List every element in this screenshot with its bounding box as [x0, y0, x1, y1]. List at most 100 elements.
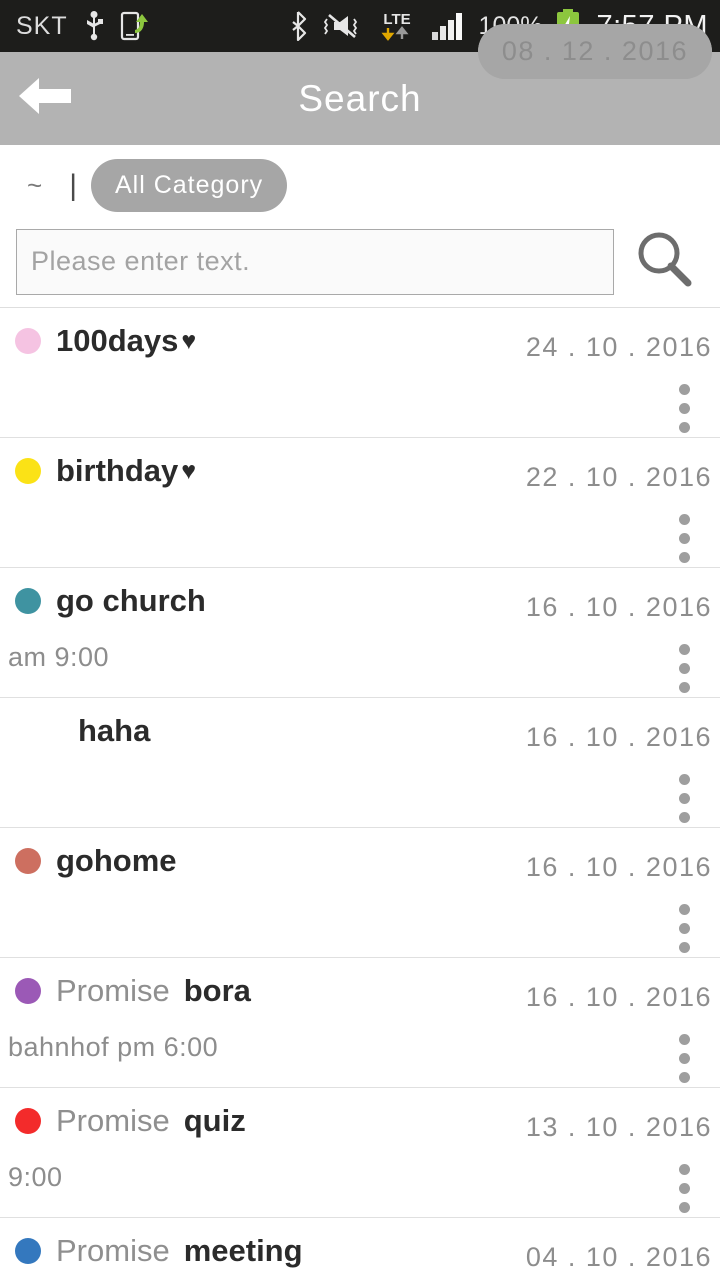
row-overflow-menu-button[interactable] [679, 644, 690, 693]
date-range-separator: ~ [27, 170, 43, 200]
row-title: Promise quiz [56, 1103, 246, 1139]
category-color-dot-wrap [0, 1108, 56, 1134]
category-color-dot-wrap [0, 978, 56, 1004]
dot-glyph [679, 1202, 690, 1213]
category-color-dot-icon [15, 718, 41, 744]
search-screen: SKT LTE Search ~ 08 . 12 . 2016 | All Ca… [0, 0, 720, 1280]
row-overflow-menu-button[interactable] [679, 384, 690, 433]
row-title: 100days ♥ [56, 323, 196, 359]
row-title: birthday ♥ [56, 453, 196, 489]
dot-glyph [679, 793, 690, 804]
table-row[interactable]: 100days ♥ 24 . 10 . 2016 [0, 308, 720, 438]
search-input[interactable] [16, 228, 614, 295]
row-title-text: meeting [183, 1233, 303, 1268]
row-date: 22 . 10 . 2016 [525, 462, 712, 492]
row-subtitle: bahnhof pm 6:00 [8, 1032, 219, 1062]
row-title: Promise bora [56, 973, 251, 1009]
dot-glyph [679, 403, 690, 414]
back-button[interactable] [14, 68, 76, 130]
table-row[interactable]: Promise quiz 13 . 10 . 2016 9:00 [0, 1088, 720, 1218]
category-color-dot-icon [15, 588, 41, 614]
table-row[interactable]: go church 16 . 10 . 2016 am 9:00 [0, 568, 720, 698]
row-title: go church [56, 583, 206, 619]
dot-glyph [679, 923, 690, 934]
dot-glyph [679, 904, 690, 915]
lte-data-icon: LTE [375, 9, 419, 43]
end-date-button[interactable]: 08 . 12 . 2016 [477, 24, 712, 79]
row-overflow-menu-button[interactable] [679, 774, 690, 823]
row-date: 24 . 10 . 2016 [525, 332, 712, 362]
heart-icon: ♥ [181, 326, 197, 355]
category-color-dot-wrap [0, 1238, 56, 1264]
heart-icon: ♥ [181, 456, 197, 485]
row-title: Promise meeting [56, 1233, 303, 1269]
arrow-left-icon [17, 75, 73, 122]
row-subtitle: 9:00 [8, 1162, 63, 1192]
dot-glyph [679, 1034, 690, 1045]
search-bar [0, 222, 720, 307]
dot-glyph [679, 1183, 690, 1194]
category-color-dot-wrap [0, 588, 56, 614]
status-bar-left: SKT [16, 11, 150, 41]
dot-glyph [679, 514, 690, 525]
table-row[interactable]: birthday ♥ 22 . 10 . 2016 [0, 438, 720, 568]
table-row[interactable]: Promise bora 16 . 10 . 2016 bahnhof pm 6:00 [0, 958, 720, 1088]
category-color-dot-icon [15, 1108, 41, 1134]
phone-transfer-icon [120, 11, 150, 41]
dot-glyph [679, 682, 690, 693]
dot-glyph [679, 552, 690, 563]
row-overflow-menu-button[interactable] [679, 1164, 690, 1213]
row-title-text: gohome [56, 843, 177, 878]
category-color-dot-icon [15, 1238, 41, 1264]
dot-glyph [679, 422, 690, 433]
search-button[interactable] [614, 228, 714, 295]
row-title-prefix: Promise [56, 1103, 170, 1138]
category-color-dot-icon [15, 978, 41, 1004]
row-overflow-menu-button[interactable] [679, 514, 690, 563]
row-title-prefix: Promise [56, 973, 170, 1008]
row-overflow-menu-button[interactable] [679, 1034, 690, 1083]
row-date: 16 . 10 . 2016 [525, 982, 712, 1012]
row-date: 16 . 10 . 2016 [525, 852, 712, 882]
svg-text:LTE: LTE [383, 11, 410, 28]
search-results-list: 100days ♥ 24 . 10 . 2016 birthday ♥ 22 . 10 .… [0, 307, 720, 1280]
row-title-prefix: Promise [56, 1233, 170, 1268]
carrier-label: SKT [16, 11, 68, 40]
filter-divider: | [69, 168, 77, 202]
dot-glyph [679, 663, 690, 674]
dot-glyph [679, 774, 690, 785]
category-color-dot-wrap [0, 848, 56, 874]
dot-glyph [679, 1072, 690, 1083]
dot-glyph [679, 1053, 690, 1064]
dot-glyph [679, 942, 690, 953]
category-color-dot-icon [15, 458, 41, 484]
row-date: 16 . 10 . 2016 [525, 722, 712, 752]
category-button[interactable]: All Category [90, 159, 288, 212]
row-title-text: 100days [56, 323, 179, 358]
page-title: Search [298, 77, 422, 119]
table-row[interactable]: haha 16 . 10 . 2016 [0, 698, 720, 828]
dot-glyph [679, 644, 690, 655]
row-overflow-menu-button[interactable] [679, 904, 690, 953]
row-title: gohome [56, 843, 177, 879]
row-title-text: quiz [183, 1103, 246, 1138]
row-date: 04 . 10 . 2016 [525, 1242, 712, 1272]
dot-glyph [679, 1164, 690, 1175]
dot-glyph [679, 384, 690, 395]
signal-bars-icon [431, 12, 466, 40]
usb-icon [84, 11, 104, 41]
row-date: 13 . 10 . 2016 [525, 1112, 712, 1142]
row-date: 16 . 10 . 2016 [525, 592, 712, 622]
category-color-dot-icon [15, 848, 41, 874]
table-row[interactable]: gohome 16 . 10 . 2016 [0, 828, 720, 958]
category-color-dot-wrap [0, 328, 56, 354]
row-title-text: go church [56, 583, 206, 618]
row-title-text: haha [78, 713, 151, 748]
dot-glyph [679, 533, 690, 544]
table-row[interactable]: Promise meeting 04 . 10 . 2016 [0, 1218, 720, 1280]
vibrate-mute-icon [323, 11, 362, 41]
category-color-dot-wrap [0, 458, 56, 484]
bluetooth-icon [291, 11, 311, 41]
filter-bar: 04 . 10 . 2016 ~ 08 . 12 . 2016 | All Ca… [0, 24, 720, 222]
dot-glyph [679, 812, 690, 823]
